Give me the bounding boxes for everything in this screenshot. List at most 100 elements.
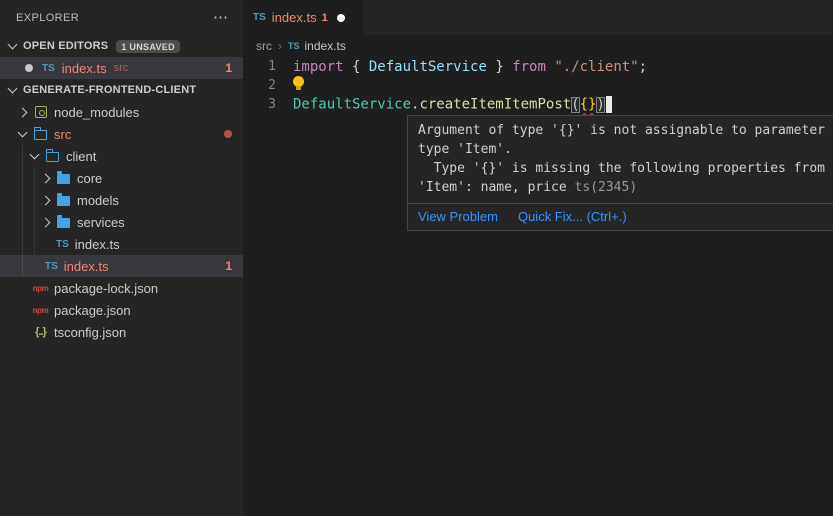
npm-file-icon: npm <box>33 281 48 295</box>
open-folder-icon <box>45 149 60 163</box>
editor-tab-bar: TS index.ts 1 <box>243 0 833 35</box>
modified-dot-icon <box>224 130 232 138</box>
error-message: Argument of type '{}' is not assignable … <box>408 116 833 203</box>
quick-fix-link[interactable]: Quick Fix... (Ctrl+.) <box>518 209 627 224</box>
tree-item-label: src <box>54 127 71 142</box>
tree-item-label: index.ts <box>64 259 109 274</box>
chevron-right-icon <box>18 107 28 117</box>
code-editor: 1 import { DefaultService } from "./clie… <box>243 57 833 114</box>
error-hover-tooltip: Argument of type '{}' is not assignable … <box>407 115 833 231</box>
folder-icon <box>56 215 71 229</box>
json-braces-icon: {..} <box>33 325 48 339</box>
breadcrumb-folder[interactable]: src <box>256 39 272 53</box>
unsaved-badge: 1 UNSAVED <box>116 40 180 53</box>
tree-item-label: core <box>77 171 102 186</box>
open-editor-item-indexts[interactable]: TS index.ts src 1 <box>0 57 243 79</box>
import-identifier: DefaultService <box>369 59 487 75</box>
tree-item-services[interactable]: services <box>0 211 243 233</box>
brace-open: { <box>352 59 369 75</box>
more-actions-icon[interactable]: ⋯ <box>213 13 229 23</box>
vscode-window: EXPLORER ⋯ OPEN EDITORS 1 UNSAVED TS ind… <box>0 0 833 516</box>
tree-item-src-indexts[interactable]: TS index.ts 1 <box>0 255 243 277</box>
error-count-badge: 1 <box>225 61 232 75</box>
chevron-right-icon <box>41 217 51 227</box>
breadcrumb-separator-icon: › <box>278 39 282 53</box>
line-number[interactable]: 3 <box>243 97 293 112</box>
tree-item-client[interactable]: client <box>0 145 243 167</box>
chevron-down-icon <box>18 128 28 138</box>
tab-error-count: 1 <box>322 12 328 24</box>
code-line-3[interactable]: 3 DefaultService.createItemItemPost({}) <box>243 95 833 114</box>
error-message-line: Type '{}' is missing the following prope… <box>418 159 833 178</box>
tree-item-tsconfig[interactable]: {..} tsconfig.json <box>0 321 243 343</box>
tree-item-label: package-lock.json <box>54 281 158 296</box>
line-number[interactable]: 1 <box>243 59 293 74</box>
breadcrumb-file[interactable]: index.ts <box>305 39 346 53</box>
npm-file-icon: npm <box>33 303 48 317</box>
explorer-title: EXPLORER <box>16 12 79 24</box>
breadcrumb: src › TS index.ts <box>243 35 833 57</box>
semicolon: ; <box>639 59 647 75</box>
typescript-file-icon: TS <box>253 12 266 23</box>
project-section-header[interactable]: GENERATE-FRONTEND-CLIENT <box>0 79 243 101</box>
error-argument: {} <box>580 97 597 113</box>
code-line-1[interactable]: 1 import { DefaultService } from "./clie… <box>243 57 833 76</box>
open-editor-filename: index.ts <box>62 61 107 76</box>
keyword-from: from <box>512 59 554 75</box>
method-call: createItemItemPost <box>419 97 571 113</box>
indent-guide <box>34 167 35 255</box>
tree-item-src[interactable]: src <box>0 123 243 145</box>
tab-indexts[interactable]: TS index.ts 1 <box>243 0 363 35</box>
class-reference: DefaultService <box>293 97 411 113</box>
error-count-badge: 1 <box>225 259 232 273</box>
chevron-down-icon <box>8 84 18 94</box>
typescript-file-icon: TS <box>45 261 58 272</box>
tree-item-client-indexts[interactable]: TS index.ts <box>0 233 243 255</box>
chevron-down-icon <box>30 150 40 160</box>
indent-guide <box>22 145 23 277</box>
error-message-line: type 'Item'. <box>418 140 833 159</box>
editor-area: TS index.ts 1 src › TS index.ts 1 import… <box>243 0 833 516</box>
text-cursor <box>606 96 612 113</box>
tree-item-core[interactable]: core <box>0 167 243 189</box>
error-message-line: 'Item': name, price <box>418 180 575 195</box>
folder-icon <box>56 193 71 207</box>
typescript-file-icon: TS <box>56 239 69 250</box>
lightbulb-quickfix-icon[interactable] <box>293 76 304 91</box>
typescript-file-icon: TS <box>42 63 55 74</box>
open-folder-icon <box>33 127 48 141</box>
module-string: "./client" <box>554 59 638 75</box>
unsaved-dot-icon <box>25 64 33 72</box>
project-name-label: GENERATE-FRONTEND-CLIENT <box>23 84 196 96</box>
explorer-sidebar: EXPLORER ⋯ OPEN EDITORS 1 UNSAVED TS ind… <box>0 0 243 516</box>
open-editors-section-header[interactable]: OPEN EDITORS 1 UNSAVED <box>0 35 243 57</box>
tree-item-label: models <box>77 193 119 208</box>
paren-open: ( <box>571 97 579 113</box>
tree-item-label: tsconfig.json <box>54 325 126 340</box>
open-editor-path-detail: src <box>114 62 129 74</box>
package-folder-icon <box>33 105 48 119</box>
paren-close: ) <box>596 97 604 113</box>
view-problem-link[interactable]: View Problem <box>418 209 498 224</box>
typescript-file-icon: TS <box>288 41 300 51</box>
hover-action-bar: View Problem Quick Fix... (Ctrl+.) <box>408 203 833 230</box>
open-editors-label: OPEN EDITORS <box>23 40 108 52</box>
unsaved-dot-icon[interactable] <box>337 14 345 22</box>
keyword-import: import <box>293 59 352 75</box>
line-number[interactable]: 2 <box>243 78 293 93</box>
sidebar-header: EXPLORER ⋯ <box>0 0 243 35</box>
error-code: ts(2345) <box>575 180 638 195</box>
tree-item-node-modules[interactable]: node_modules <box>0 101 243 123</box>
chevron-down-icon <box>8 40 18 50</box>
tab-filename: index.ts <box>272 10 317 25</box>
tree-item-package-lock[interactable]: npm package-lock.json <box>0 277 243 299</box>
tree-item-models[interactable]: models <box>0 189 243 211</box>
tree-item-label: services <box>77 215 125 230</box>
tree-item-label: index.ts <box>75 237 120 252</box>
tree-item-package-json[interactable]: npm package.json <box>0 299 243 321</box>
brace-close: } <box>487 59 512 75</box>
error-message-line: Argument of type '{}' is not assignable … <box>418 121 833 140</box>
tree-item-label: package.json <box>54 303 131 318</box>
code-line-2[interactable]: 2 <box>243 76 833 95</box>
chevron-right-icon <box>41 195 51 205</box>
